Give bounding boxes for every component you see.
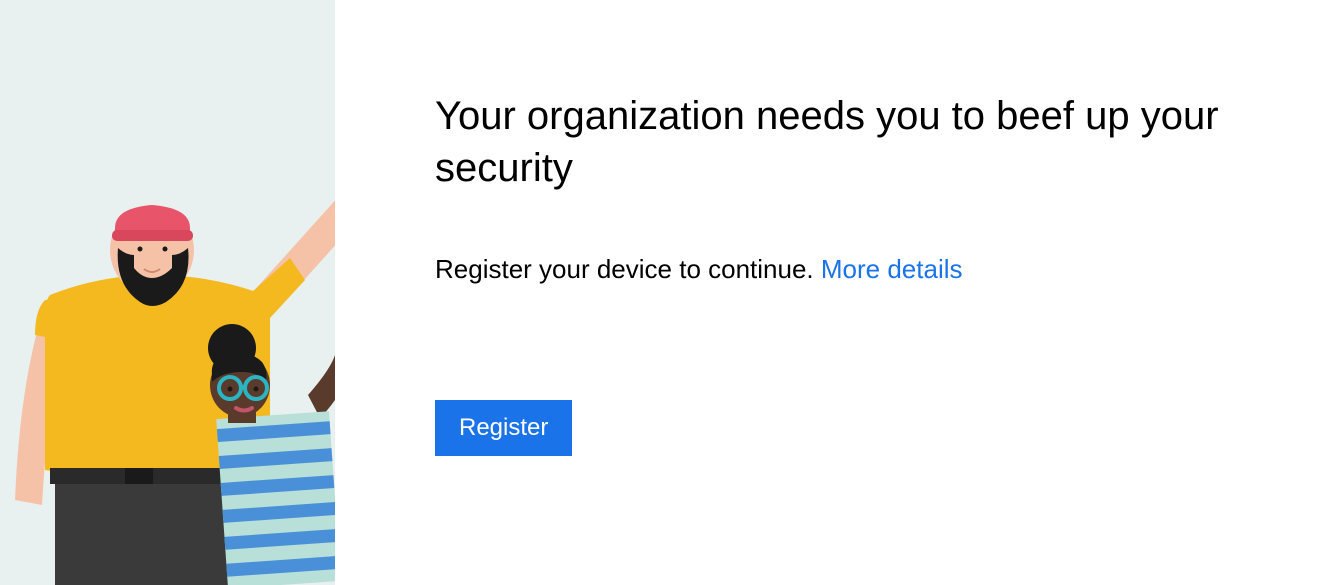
description-text: Register your device to continue. More d…: [435, 254, 1230, 285]
register-button[interactable]: Register: [435, 400, 572, 456]
more-details-link[interactable]: More details: [821, 254, 963, 284]
content-panel: Your organization needs you to beef up y…: [335, 0, 1330, 585]
illustration-panel: [0, 0, 335, 585]
description-prefix: Register your device to continue.: [435, 254, 821, 284]
people-illustration-icon: [0, 0, 335, 585]
page-heading: Your organization needs you to beef up y…: [435, 90, 1230, 194]
